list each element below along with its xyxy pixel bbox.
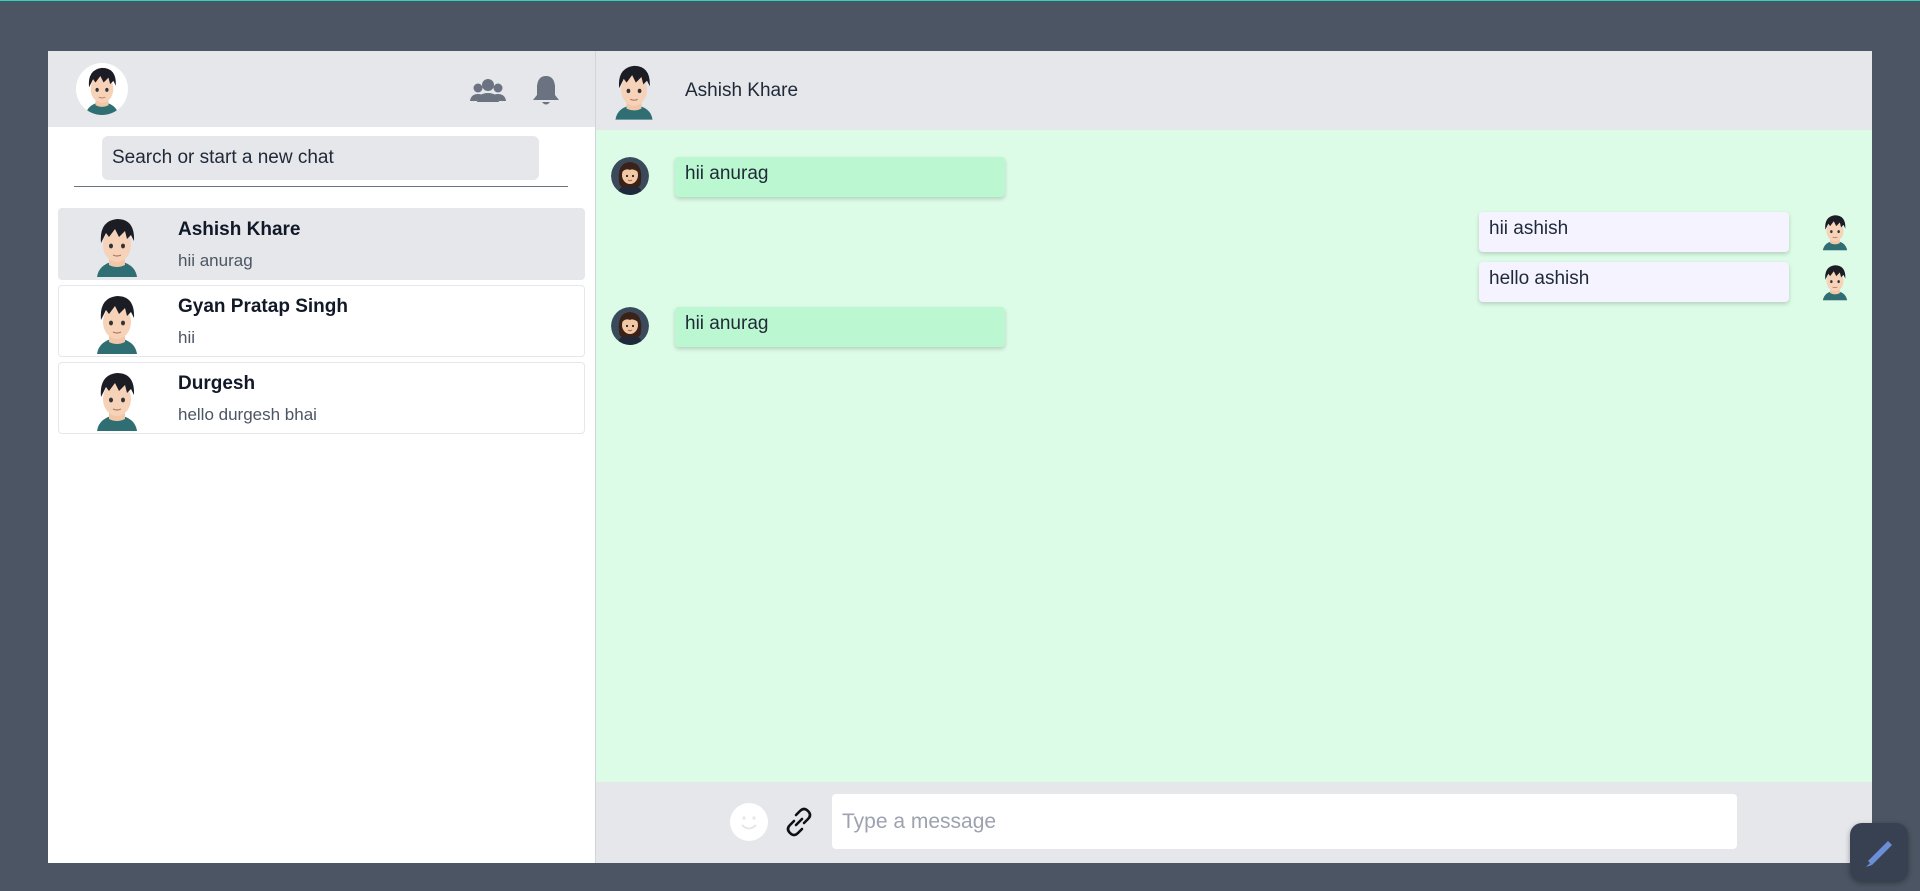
message-bubble: hii ashish (1479, 212, 1789, 252)
message-list: hii anurag hii ashish hello ashish hii a… (596, 130, 1872, 782)
chat-item-name: Ashish Khare (178, 219, 301, 240)
message-incoming: hii anurag (675, 157, 1005, 197)
message-input[interactable] (832, 794, 1737, 849)
chat-item-last-message: hii (178, 328, 196, 347)
link-icon[interactable] (780, 803, 818, 841)
contact-avatar (89, 367, 145, 431)
chat-item-durgesh[interactable]: Durgesh hello durgesh bhai (58, 362, 585, 434)
my-avatar (1818, 261, 1852, 301)
chat-item-name: Durgesh (178, 373, 256, 394)
search-bar (74, 136, 568, 187)
message-composer (596, 782, 1872, 863)
sender-avatar (611, 307, 649, 345)
message-bubble: hii anurag (675, 157, 1005, 197)
contact-avatar (89, 213, 145, 277)
contact-avatar (89, 290, 145, 354)
message-incoming: hii anurag (675, 307, 1005, 347)
sender-avatar (611, 157, 649, 195)
chat-item-gyan-pratap-singh[interactable]: Gyan Pratap Singh hii (58, 285, 585, 357)
sidebar-header (48, 51, 595, 127)
my-profile-avatar[interactable] (76, 63, 128, 115)
group-icon[interactable] (468, 71, 508, 111)
chat-item-name: Gyan Pratap Singh (178, 296, 348, 317)
search-input[interactable] (102, 136, 539, 180)
message-outgoing: hello ashish (1479, 262, 1789, 302)
chat-app: Ashish Khare hii anurag Gyan Pratap Sing… (48, 51, 1872, 863)
my-avatar (1818, 211, 1852, 251)
conversation-title: Ashish Khare (685, 80, 799, 101)
conversation-header: Ashish Khare (596, 51, 1872, 130)
chat-item-ashish-khare[interactable]: Ashish Khare hii anurag (58, 208, 585, 280)
message-bubble: hello ashish (1479, 262, 1789, 302)
sidebar: Ashish Khare hii anurag Gyan Pratap Sing… (48, 51, 596, 863)
conversation-pane: Ashish Khare hii anurag hii ashish hello… (596, 51, 1872, 863)
top-accent-line (0, 0, 1920, 1)
chat-item-last-message: hii anurag (178, 251, 253, 270)
floating-widget-button[interactable] (1850, 823, 1908, 881)
smiley-icon[interactable] (730, 803, 768, 841)
message-outgoing: hii ashish (1479, 212, 1789, 252)
bell-icon[interactable] (526, 71, 566, 111)
chat-item-last-message: hello durgesh bhai (178, 405, 317, 424)
contact-avatar[interactable] (608, 59, 660, 121)
chat-list: Ashish Khare hii anurag Gyan Pratap Sing… (58, 208, 585, 439)
message-bubble: hii anurag (675, 307, 1005, 347)
